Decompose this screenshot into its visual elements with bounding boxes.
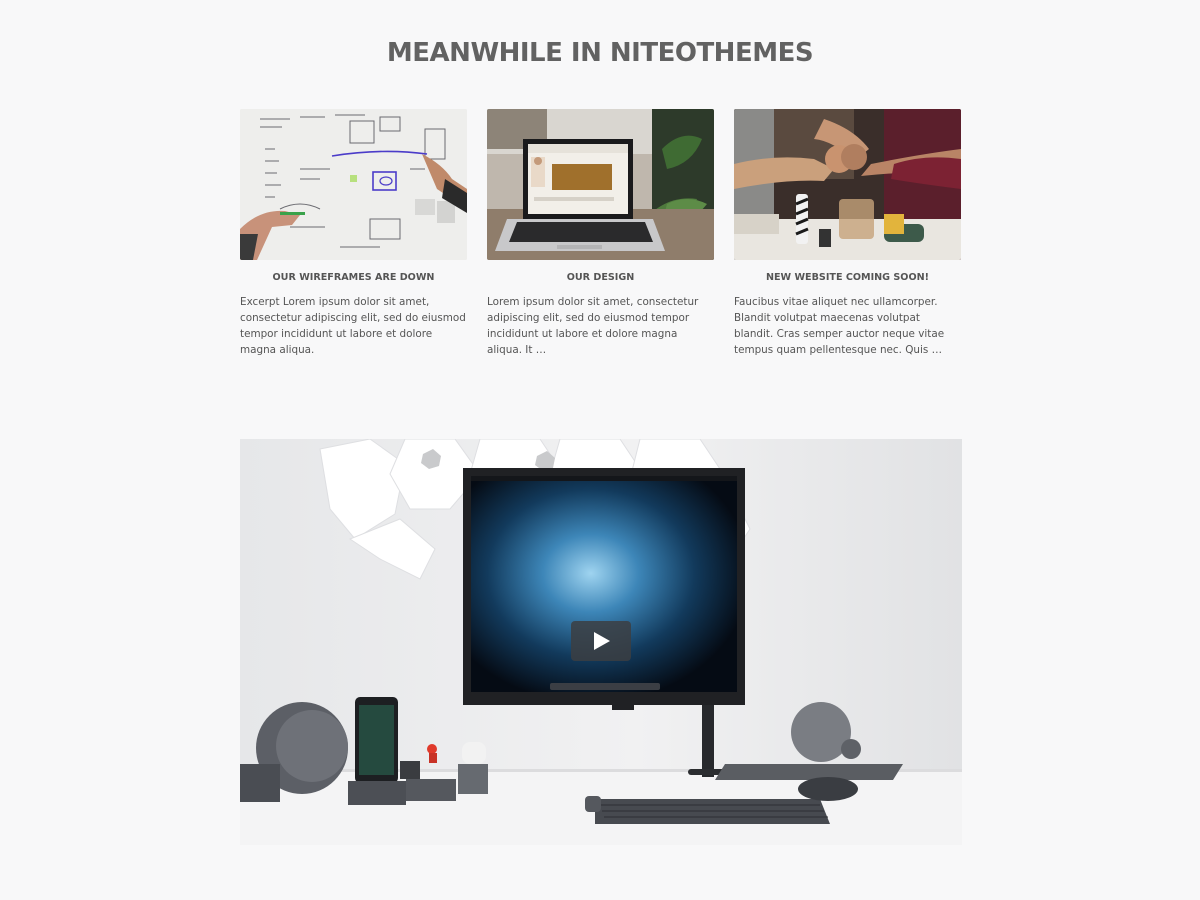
- post-thumbnail-team[interactable]: [734, 109, 961, 260]
- post-excerpt: Faucibus vitae aliquet nec ullamcorper. …: [734, 296, 945, 356]
- post-title[interactable]: OUR DESIGN: [487, 272, 714, 283]
- post-card: NEW WEBSITE COMING SOON! Faucibus vitae …: [734, 109, 961, 358]
- post-title[interactable]: OUR WIREFRAMES ARE DOWN: [240, 272, 467, 283]
- post-excerpt: Lorem ipsum dolor sit amet, consectetur …: [487, 296, 699, 356]
- post-title[interactable]: NEW WEBSITE COMING SOON!: [734, 272, 961, 283]
- play-icon: [594, 632, 610, 650]
- post-card: OUR WIREFRAMES ARE DOWN Excerpt Lorem ip…: [240, 109, 467, 358]
- play-button[interactable]: [571, 621, 631, 661]
- laptop-photo: [487, 109, 714, 260]
- post-grid: OUR WIREFRAMES ARE DOWN Excerpt Lorem ip…: [240, 109, 962, 369]
- post-card: OUR DESIGN Lorem ipsum dolor sit amet, c…: [487, 109, 714, 358]
- post-thumbnail-laptop[interactable]: [487, 109, 714, 260]
- section-title: MEANWHILE IN NITEOTHEMES: [386, 38, 814, 68]
- whiteboard-photo: [240, 109, 467, 260]
- video-player[interactable]: [240, 439, 962, 845]
- post-thumbnail-whiteboard[interactable]: [240, 109, 467, 260]
- team-photo: [734, 109, 961, 260]
- post-excerpt: Excerpt Lorem ipsum dolor sit amet, cons…: [240, 296, 466, 356]
